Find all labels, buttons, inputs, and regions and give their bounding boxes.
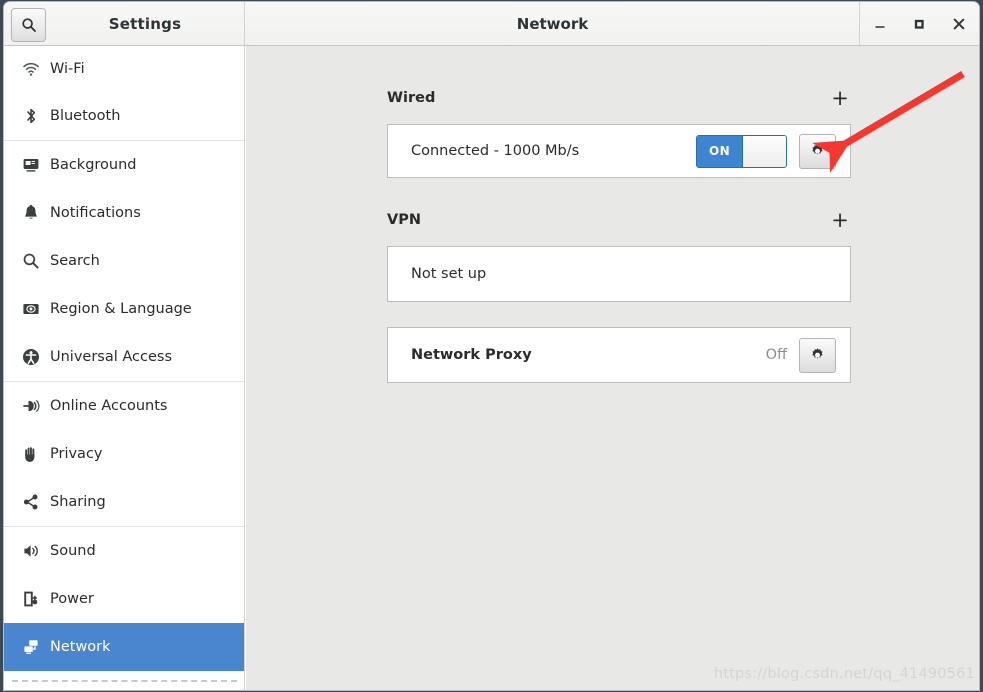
close-icon [953,18,965,29]
network-icon [22,638,48,656]
search-icon [21,18,36,32]
wired-connection-card: Connected - 1000 Mb/s ON [387,124,851,178]
sidebar-item-label: Power [50,591,94,607]
sidebar-item-wi-fi[interactable]: Wi-Fi [4,46,244,92]
sidebar-item-label: Wi-Fi [50,61,85,77]
privacy-hand-icon [22,445,48,463]
settings-pane-title: Settings [108,14,182,33]
network-proxy-status: Off [765,347,787,363]
region-language-icon [22,300,48,318]
wired-status-label: Connected - 1000 Mb/s [411,143,580,159]
sidebar-item-label: Sound [50,543,96,559]
wired-toggle-knob[interactable] [742,135,786,167]
sidebar-item-universal-access[interactable]: Universal Access [4,333,244,381]
power-icon [22,590,48,608]
sidebar-item-label: Bluetooth [50,108,121,124]
gear-icon [812,347,823,359]
network-proxy-row: Network Proxy Off [388,328,850,382]
wired-toggle-switch[interactable]: ON [696,134,787,168]
sidebar[interactable]: Wi-Fi Bluetooth Background Notifications… [4,46,245,690]
sidebar-item-sound[interactable]: Sound [4,527,244,575]
network-proxy-settings-button[interactable] [799,337,836,373]
watermark-text: https://blog.csdn.net/qq_41490561 [713,666,975,682]
sidebar-item-sharing[interactable]: Sharing [4,478,244,526]
window-controls [859,2,979,45]
vpn-heading: VPN [387,212,421,228]
sidebar-item-background[interactable]: Background [4,141,244,189]
online-accounts-icon [22,397,48,415]
sidebar-item-label: Network [50,639,111,655]
bluetooth-icon [22,107,48,125]
minimize-icon [875,25,885,28]
universal-access-icon [22,348,48,366]
sidebar-item-privacy[interactable]: Privacy [4,430,244,478]
wifi-icon [22,60,48,78]
sidebar-item-label: Notifications [50,205,141,221]
network-panel: Wired + Connected - 1000 Mb/s ON VPN + N… [246,46,979,690]
sidebar-item-label: Search [50,253,100,269]
search-icon [22,252,48,270]
sidebar-item-label: Privacy [50,446,103,462]
sidebar-item-bluetooth[interactable]: Bluetooth [4,92,244,140]
sidebar-item-search[interactable]: Search [4,237,244,285]
maximize-button[interactable] [902,8,936,40]
titlebar: Settings Network [4,2,979,46]
wired-section-header: Wired + [387,86,851,110]
window-title: Network [516,14,589,33]
sidebar-item-online-accounts[interactable]: Online Accounts [4,382,244,430]
minimize-button[interactable] [863,8,897,40]
sidebar-item-label: Universal Access [50,349,173,365]
sidebar-item-power[interactable]: Power [4,575,244,623]
add-vpn-connection-button[interactable]: + [829,209,851,231]
vpn-section-header: VPN + [387,208,851,232]
search-button[interactable] [11,8,46,42]
close-button[interactable] [942,8,976,40]
titlebar-left-pane: Settings [4,2,245,45]
sidebar-item-region-language[interactable]: Region & Language [4,285,244,333]
network-proxy-card: Network Proxy Off [387,327,851,383]
gear-icon [812,143,823,155]
add-wired-connection-button[interactable]: + [829,87,851,109]
maximize-icon [915,19,925,29]
vpn-status-label: Not set up [411,266,487,282]
vpn-card[interactable]: Not set up [387,246,851,302]
wired-toggle-state-label: ON [697,135,742,167]
vpn-row: Not set up [388,247,850,301]
network-proxy-label: Network Proxy [411,347,532,363]
wired-connection-row: Connected - 1000 Mb/s ON [388,125,850,177]
background-icon [22,156,48,174]
sidebar-item-network[interactable]: Network [4,623,244,671]
sidebar-scroll-indicator [12,680,237,682]
wired-settings-button[interactable] [799,133,836,169]
settings-window: Settings Network Wi-Fi Bluetooth Backgro… [4,2,979,690]
sidebar-item-label: Background [50,157,137,173]
sidebar-item-label: Region & Language [50,301,192,317]
bell-icon [22,204,48,222]
sidebar-item-label: Sharing [50,494,106,510]
sound-icon [22,542,48,560]
sidebar-item-label: Online Accounts [50,398,168,414]
wired-heading: Wired [387,90,436,106]
sharing-icon [22,493,48,511]
sidebar-item-notifications[interactable]: Notifications [4,189,244,237]
